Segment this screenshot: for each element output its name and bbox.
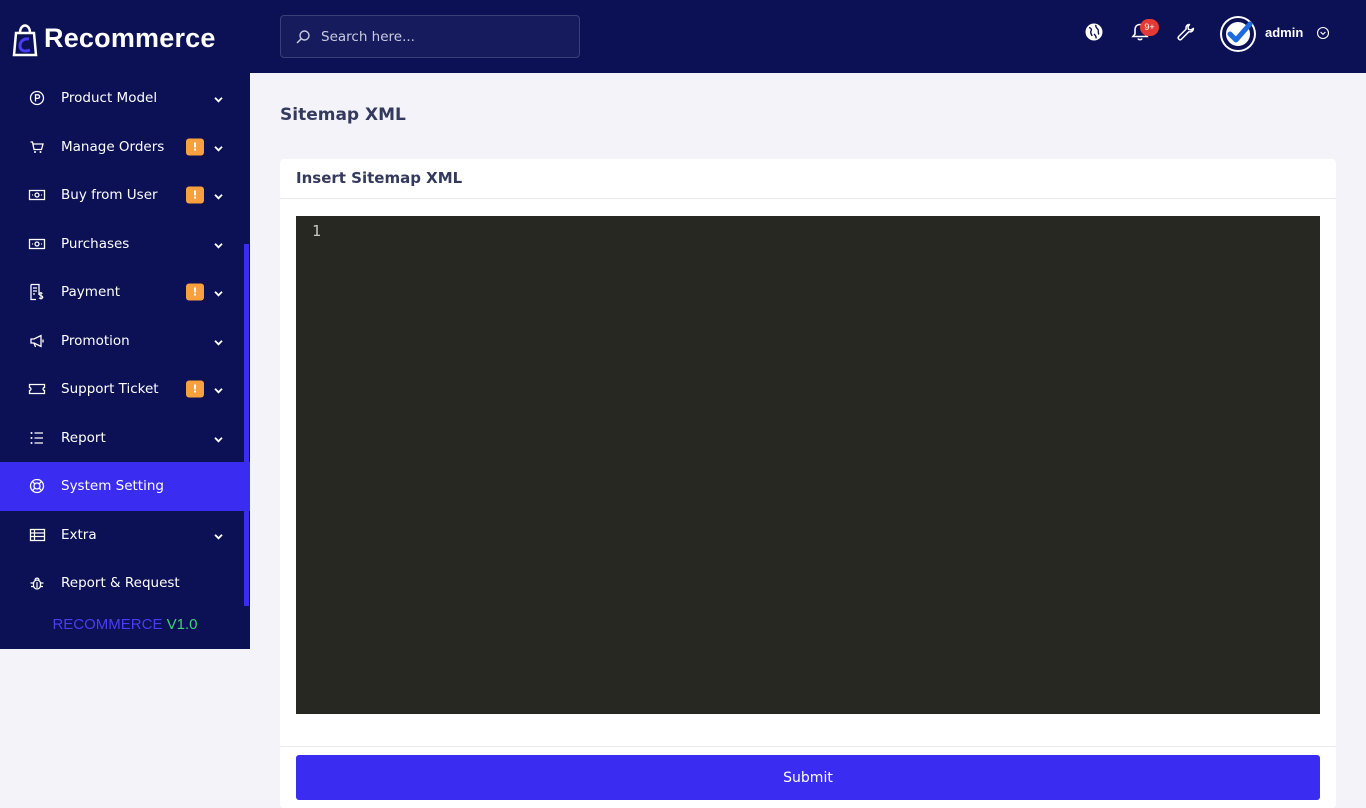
sidebar-item-label: Report & Request <box>61 575 180 592</box>
sidebar-item-label: Report <box>61 429 106 446</box>
cash-icon <box>28 235 46 253</box>
sidebar-item-report-request[interactable]: Report & Request <box>0 559 250 608</box>
sidebar-item-label: Buy from User <box>61 187 158 204</box>
alert-badge: ! <box>186 138 204 156</box>
sidebar-item-report[interactable]: Report <box>0 414 250 463</box>
chevron-down-circle-icon[interactable] <box>1316 26 1330 40</box>
search-input[interactable] <box>321 16 571 57</box>
chevron-down-icon <box>214 291 223 297</box>
chevron-down-icon <box>214 388 223 394</box>
code-editor[interactable]: 1 <box>296 216 1320 714</box>
cash-icon <box>28 186 46 204</box>
sidebar-item-manage-orders[interactable]: Manage Orders ! <box>0 123 250 172</box>
divider <box>280 746 1336 747</box>
logo[interactable]: Recommerce <box>10 18 216 58</box>
chevron-down-icon <box>214 339 223 346</box>
list-icon <box>28 429 46 447</box>
sidebar-item-label: Payment <box>61 284 121 301</box>
sidebar-item-payment[interactable]: Payment ! <box>0 268 250 317</box>
sidebar-item-label: System Setting <box>61 478 164 495</box>
search-box[interactable] <box>280 15 580 58</box>
chevron-down-icon <box>214 533 223 540</box>
logo-bag-icon <box>12 24 38 57</box>
sitemap-card: Insert Sitemap XML 1 Submit <box>280 159 1336 808</box>
sidebar-item-label: Support Ticket <box>61 381 159 398</box>
cart-icon <box>28 138 46 156</box>
sidebar-item-purchases[interactable]: Purchases <box>0 220 250 269</box>
card-header: Insert Sitemap XML <box>280 159 1336 199</box>
sidebar-item-support-ticket[interactable]: Support Ticket ! <box>0 365 250 414</box>
wrench-icon[interactable] <box>1176 22 1196 42</box>
card-title: Insert Sitemap XML <box>296 169 463 187</box>
notification-badge: 9+ <box>1140 19 1159 36</box>
sidebar-item-label: Extra <box>61 526 97 543</box>
line-number: 1 <box>312 222 322 240</box>
ticket-icon <box>28 380 46 398</box>
sidebar-item-system-setting[interactable]: System Setting <box>0 462 250 511</box>
bug-icon <box>28 574 46 592</box>
sidebar-item-label: Product Model <box>61 90 158 107</box>
avatar[interactable] <box>1220 16 1256 52</box>
megaphone-icon <box>28 332 46 350</box>
chevron-down-icon <box>214 145 223 152</box>
globe-icon[interactable] <box>1084 22 1104 42</box>
chevron-down-icon <box>214 242 223 249</box>
sidebar-nav: Product Model Manage Orders ! Buy from U… <box>0 74 250 608</box>
sidebar-item-label: Manage Orders <box>61 138 165 155</box>
sidebar-item-buy-from-user[interactable]: Buy from User ! <box>0 171 250 220</box>
sitemap-xml-textarea[interactable] <box>336 220 1306 708</box>
submit-button[interactable]: Submit <box>296 755 1320 800</box>
chevron-down-icon <box>214 194 223 200</box>
sidebar-item-label: Promotion <box>61 332 130 349</box>
page-title: Sitemap XML <box>280 105 406 125</box>
user-name[interactable]: admin <box>1265 25 1303 40</box>
sidebar-item-product-model[interactable]: Product Model <box>0 74 250 123</box>
logo-text: Recommerce <box>44 22 216 53</box>
alert-badge: ! <box>186 283 204 301</box>
chevron-down-icon <box>214 436 223 443</box>
chevron-down-icon <box>214 97 223 103</box>
lifebuoy-icon <box>28 477 46 495</box>
topbar: 9+ admin <box>250 0 1366 73</box>
product-circle-icon <box>28 89 46 107</box>
sidebar-item-extra[interactable]: Extra <box>0 511 250 560</box>
alert-badge: ! <box>186 186 204 204</box>
alert-badge: ! <box>186 380 204 398</box>
sidebar-scrollbar[interactable] <box>244 244 249 606</box>
invoice-dollar-icon <box>28 283 46 301</box>
table-icon <box>28 526 46 544</box>
version-number: V1.0 <box>166 616 198 633</box>
sidebar-item-label: Purchases <box>61 235 130 252</box>
version-label: RECOMMERCE V1.0 <box>0 616 250 633</box>
search-icon <box>296 30 310 44</box>
version-brand: RECOMMERCE <box>52 616 163 633</box>
sidebar: Recommerce Product Model Manage Orders !… <box>0 0 250 649</box>
avatar-check-icon <box>1222 18 1254 50</box>
sidebar-item-promotion[interactable]: Promotion <box>0 317 250 366</box>
